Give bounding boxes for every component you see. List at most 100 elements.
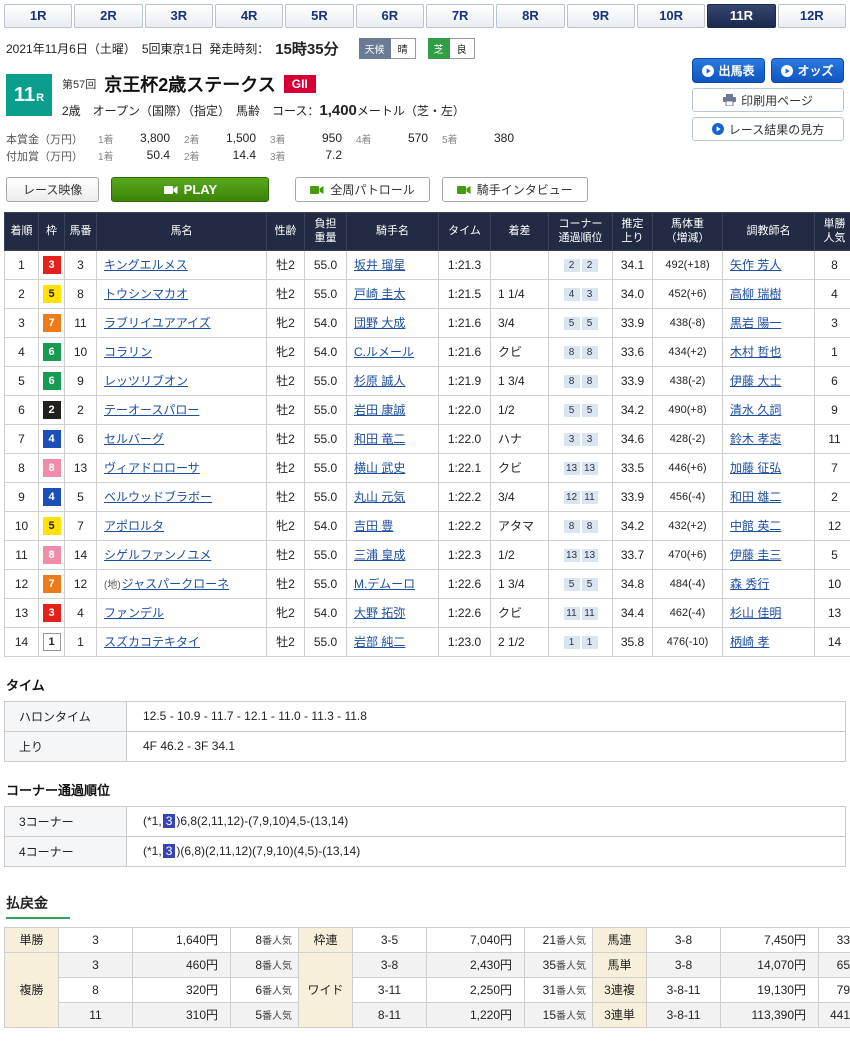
jockey-link[interactable]: 岩田 康誠: [354, 403, 405, 417]
prize-pair: 1着3,800: [98, 131, 184, 146]
horse-name-link[interactable]: キングエルメス: [104, 258, 188, 272]
bet-type-label: 3連単: [593, 1002, 647, 1027]
jockey-link[interactable]: 団野 大成: [354, 316, 405, 330]
trainer-link[interactable]: 黒岩 陽一: [730, 316, 781, 330]
win-popularity: 1: [815, 337, 850, 366]
race-tab-3R[interactable]: 3R: [145, 4, 213, 28]
trainer-link[interactable]: 木村 哲也: [730, 345, 781, 359]
result-row: 1057アポロルタ牝254.0吉田 豊1:22.2アタマ8834.2432(+2…: [5, 511, 850, 540]
frame-badge: 1: [43, 633, 61, 651]
trainer-link[interactable]: 清水 久詞: [730, 403, 781, 417]
carried-weight: 54.0: [305, 598, 347, 627]
jockey-link[interactable]: 吉田 豊: [354, 519, 393, 533]
jockey-link[interactable]: C.ルメール: [354, 345, 414, 359]
horse-name-link[interactable]: スズカコテキタイ: [104, 635, 200, 649]
margin: 1 3/4: [491, 366, 549, 395]
payout-popularity: 33番人気: [819, 927, 850, 952]
race-tab-11R[interactable]: 11R: [707, 4, 775, 28]
race-round: 第57回: [62, 76, 96, 92]
print-page-button[interactable]: 印刷用ページ: [692, 88, 844, 112]
play-button[interactable]: PLAY: [111, 177, 269, 202]
jockey-cell: 岩部 純二: [347, 627, 439, 656]
horse-number: 5: [65, 482, 97, 511]
horse-name-cell: レッツリブオン: [97, 366, 267, 395]
jockey-link[interactable]: 和田 竜二: [354, 432, 405, 446]
sex-age: 牡2: [267, 424, 305, 453]
race-tab-12R[interactable]: 12R: [778, 4, 846, 28]
horse-name-link[interactable]: ジャスパークローネ: [122, 577, 229, 591]
trainer-link[interactable]: 鈴木 孝志: [730, 432, 781, 446]
trainer-link[interactable]: 杉山 佳明: [730, 606, 781, 620]
race-video-button[interactable]: レース映像: [6, 177, 99, 202]
horse-name-link[interactable]: トウシンマカオ: [104, 287, 188, 301]
sex-age: 牡2: [267, 250, 305, 279]
frame-badge: 3: [43, 604, 61, 622]
corner-position: 3: [582, 288, 598, 301]
jockey-link[interactable]: 大野 拓弥: [354, 606, 405, 620]
trainer-link[interactable]: 矢作 芳人: [730, 258, 781, 272]
horse-name-link[interactable]: テーオースパロー: [104, 403, 199, 417]
patrol-video-button[interactable]: 全周パトロール: [295, 177, 429, 202]
jockey-link[interactable]: 坂井 瑠星: [354, 258, 405, 272]
jockey-link[interactable]: M.デムーロ: [354, 577, 415, 591]
race-tab-5R[interactable]: 5R: [285, 4, 353, 28]
results-guide-button[interactable]: レース結果の見方: [692, 117, 844, 141]
race-tab-6R[interactable]: 6R: [356, 4, 424, 28]
carried-weight: 55.0: [305, 250, 347, 279]
results-table: 着順枠馬番馬名性齢負担 重量騎手名タイム着差コーナー 通過順位推定 上り馬体重 …: [4, 212, 850, 657]
estimated-last-3f: 33.5: [613, 453, 653, 482]
jockey-link[interactable]: 戸崎 圭太: [354, 287, 405, 301]
race-tab-9R[interactable]: 9R: [567, 4, 635, 28]
trainer-link[interactable]: 柄崎 孝: [730, 635, 769, 649]
corner-position: 1: [582, 636, 598, 649]
jockey-link[interactable]: 横山 武史: [354, 461, 405, 475]
jockey-link[interactable]: 三浦 皇成: [354, 548, 405, 562]
bet-type-label: 馬連: [593, 927, 647, 952]
trainer-link[interactable]: 加藤 征弘: [730, 461, 781, 475]
race-tab-8R[interactable]: 8R: [496, 4, 564, 28]
column-header: 負担 重量: [305, 213, 347, 251]
trainer-link[interactable]: 森 秀行: [730, 577, 769, 591]
horse-name-link[interactable]: シゲルファンノユメ: [104, 548, 211, 562]
trainer-cell: 加藤 征弘: [723, 453, 815, 482]
frame-badge: 8: [43, 546, 61, 564]
horse-name-link[interactable]: ヴィアドロローサ: [104, 461, 200, 475]
trainer-link[interactable]: 和田 雄二: [730, 490, 781, 504]
payout-combination: 3-8: [647, 952, 721, 977]
estimated-last-3f: 34.4: [613, 598, 653, 627]
trainer-link[interactable]: 高柳 瑞樹: [730, 287, 781, 301]
entry-table-button[interactable]: 出馬表: [692, 58, 765, 83]
odds-button[interactable]: オッズ: [771, 58, 844, 83]
race-tab-2R[interactable]: 2R: [74, 4, 142, 28]
race-tab-10R[interactable]: 10R: [637, 4, 705, 28]
estimated-last-3f: 34.8: [613, 569, 653, 598]
payout-combination: 8-11: [353, 1002, 427, 1027]
finish-position: 5: [5, 366, 39, 395]
jockey-link[interactable]: 丸山 元気: [354, 490, 405, 504]
carried-weight: 54.0: [305, 308, 347, 337]
jockey-interview-button[interactable]: 騎手インタビュー: [442, 177, 588, 202]
trainer-link[interactable]: 伊藤 圭三: [730, 548, 781, 562]
horse-name-link[interactable]: アポロルタ: [104, 519, 164, 533]
horse-name-link[interactable]: ラブリイユアアイズ: [104, 316, 211, 330]
corner-passing-cell: 1313: [549, 453, 613, 482]
trainer-cell: 黒岩 陽一: [723, 308, 815, 337]
race-tab-4R[interactable]: 4R: [215, 4, 283, 28]
estimated-last-3f: 35.8: [613, 627, 653, 656]
horse-name-link[interactable]: コラリン: [104, 345, 152, 359]
jockey-link[interactable]: 岩部 純二: [354, 635, 405, 649]
finish-position: 9: [5, 482, 39, 511]
trainer-link[interactable]: 伊藤 大士: [730, 374, 781, 388]
horse-name-link[interactable]: レッツリブオン: [104, 374, 188, 388]
jockey-link[interactable]: 杉原 誠人: [354, 374, 405, 388]
trainer-link[interactable]: 中館 英二: [730, 519, 781, 533]
frame-badge: 4: [43, 430, 61, 448]
carried-weight: 55.0: [305, 569, 347, 598]
race-tab-7R[interactable]: 7R: [426, 4, 494, 28]
date-line: 2021年11月6日（土曜） 5回東京1日 発走時刻： 15時35分 天候 晴 …: [4, 36, 846, 59]
payout-popularity: 31番人気: [525, 977, 593, 1002]
horse-name-link[interactable]: セルバーグ: [104, 432, 164, 446]
race-tab-1R[interactable]: 1R: [4, 4, 72, 28]
horse-name-link[interactable]: ファンデル: [104, 606, 164, 620]
horse-name-link[interactable]: ベルウッドブラボー: [104, 490, 212, 504]
